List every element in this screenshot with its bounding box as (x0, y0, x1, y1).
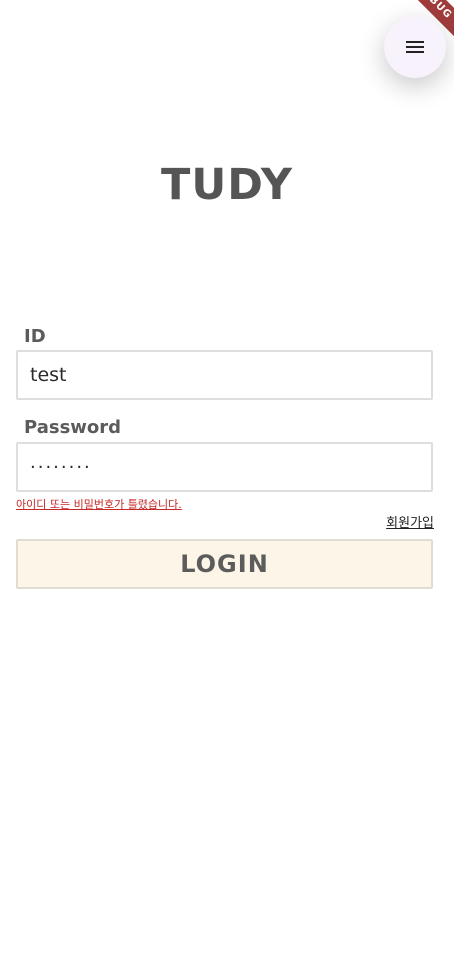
login-button-label: LOGIN (180, 550, 269, 578)
signup-link[interactable]: 회원가입 (386, 512, 434, 531)
login-button[interactable]: LOGIN (16, 539, 433, 589)
password-input[interactable]: ········ (16, 442, 433, 492)
menu-icon (406, 41, 424, 53)
id-value: test (30, 364, 67, 386)
id-label: ID (24, 326, 46, 347)
app-title: TUDY (161, 160, 293, 210)
error-message: 아이디 또는 비밀번호가 틀렸습니다. (16, 498, 182, 511)
id-input[interactable]: test (16, 350, 433, 400)
password-label: Password (24, 417, 122, 438)
menu-button[interactable] (384, 16, 446, 78)
password-value: ········ (30, 456, 92, 478)
